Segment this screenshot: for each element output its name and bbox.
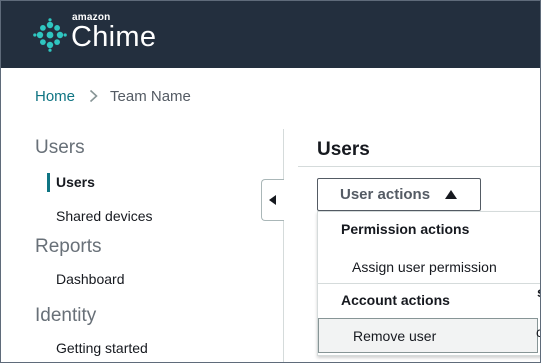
sidebar-item-shared-devices[interactable]: Shared devices xyxy=(56,208,153,224)
title-divider xyxy=(298,166,540,167)
active-indicator xyxy=(47,173,50,192)
sidebar-item-users[interactable]: Users xyxy=(56,174,95,190)
page-title: Users xyxy=(317,139,370,160)
menu-group-account-actions: Account actions xyxy=(341,292,450,308)
app-window: amazon Chime Home Team Name Users Users … xyxy=(0,0,541,363)
sidebar-section-users: Users xyxy=(35,137,85,158)
user-actions-menu: Permission actions Assign user permissio… xyxy=(317,211,540,356)
collapse-sidebar-button[interactable] xyxy=(261,179,284,221)
top-bar: amazon Chime xyxy=(1,1,540,68)
chime-logo-icon xyxy=(33,18,67,52)
menu-group-permission-actions: Permission actions xyxy=(341,221,470,237)
sidebar-item-getting-started[interactable]: Getting started xyxy=(56,340,148,356)
caret-up-icon xyxy=(445,190,458,199)
logo-chime-text: Chime xyxy=(71,21,157,53)
breadcrumb-current: Team Name xyxy=(110,87,191,105)
sidebar-item-dashboard[interactable]: Dashboard xyxy=(56,271,125,287)
user-actions-button[interactable]: User actions xyxy=(317,178,481,211)
breadcrumb: Home Team Name xyxy=(35,86,191,106)
menu-item-remove-user[interactable]: Remove user xyxy=(318,318,538,353)
user-actions-label: User actions xyxy=(340,186,431,203)
breadcrumb-home-link[interactable]: Home xyxy=(35,88,75,105)
caret-left-icon xyxy=(269,195,276,205)
sidebar-section-identity: Identity xyxy=(35,305,97,326)
menu-divider xyxy=(318,283,540,284)
sidebar-section-reports: Reports xyxy=(35,236,102,257)
clipped-text: c xyxy=(536,324,540,340)
remove-user-label: Remove user xyxy=(353,327,437,344)
menu-item-assign-user-permission[interactable]: Assign user permission xyxy=(352,259,497,275)
sidebar-divider xyxy=(283,129,284,362)
chevron-right-icon xyxy=(89,89,98,103)
clipped-text: s xyxy=(537,284,540,300)
